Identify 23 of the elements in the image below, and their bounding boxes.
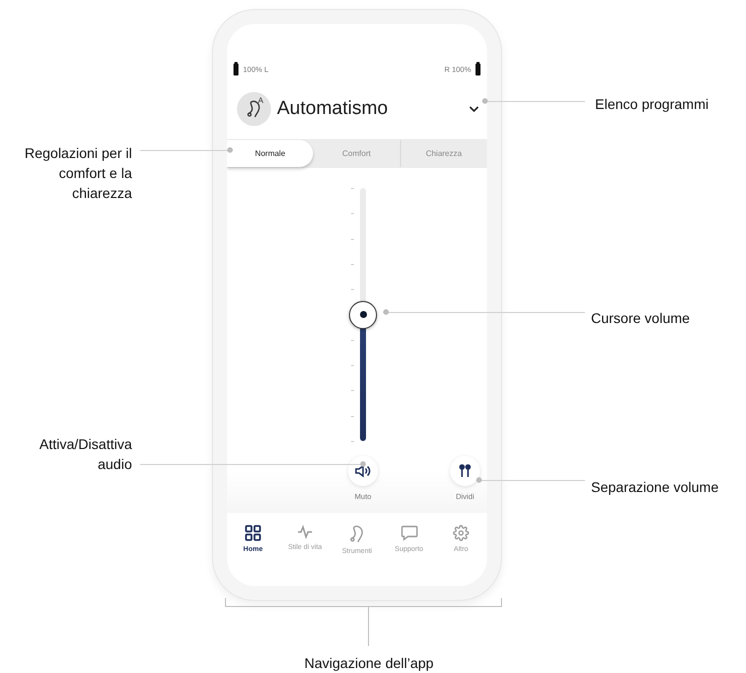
- callout-label: Cursore volume: [591, 309, 691, 328]
- program-name: Automatismo: [277, 98, 389, 120]
- pulse-icon: [297, 525, 313, 539]
- mode-tab[interactable]: Chiarezza: [400, 140, 487, 167]
- callout-label: Attiva/Disattiva audio: [38, 435, 132, 474]
- slider-thumb[interactable]: [349, 300, 377, 328]
- settings-icon: [453, 525, 469, 541]
- hearing-aid-icon: [350, 525, 364, 543]
- mode-tab[interactable]: Normale: [227, 140, 314, 167]
- callout-label: Separazione volume: [591, 478, 720, 497]
- callout-label: Navigazione dell’app: [303, 654, 435, 673]
- mode-tab[interactable]: Comfort: [313, 140, 400, 167]
- program-letter: A: [258, 97, 264, 105]
- battery-icon: [475, 62, 481, 76]
- callout-label: Elenco programmi: [595, 95, 710, 114]
- battery-icon: [233, 62, 239, 76]
- split-button[interactable]: [450, 456, 480, 486]
- chevron-down-icon[interactable]: [469, 106, 479, 112]
- speaker-icon: [355, 464, 371, 478]
- callout-label: Regolazioni per il comfort e la chiarezza: [24, 144, 132, 203]
- sliders-icon: [459, 464, 471, 478]
- speech-bubble-icon: [400, 525, 418, 541]
- grid-icon: [245, 525, 261, 541]
